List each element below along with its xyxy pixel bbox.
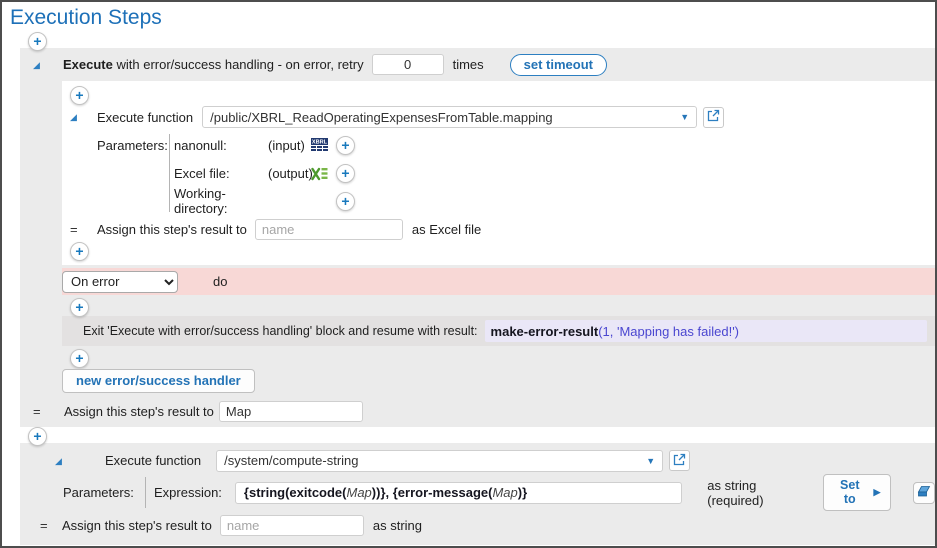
assign-result-row: = Assign this step's result to as Excel … <box>70 216 927 242</box>
parameters-label: Parameters: <box>97 131 163 215</box>
assign-result-row: = Assign this step's result to as string <box>20 512 935 539</box>
parameter-name: Excel file: <box>174 166 268 181</box>
plus-icon: + <box>75 350 83 366</box>
plus-icon: + <box>75 299 83 315</box>
parameters-section: Parameters: nanonull: (input) XBRL + Exc… <box>70 131 927 215</box>
parameter-row: Working-directory: + <box>174 187 355 215</box>
result-type-label: as Excel file <box>412 222 481 237</box>
add-substep-button[interactable]: + <box>70 242 89 261</box>
on-error-row: On error do <box>62 268 935 295</box>
error-handling-block-header: ◢ Execute with error/success handling - … <box>20 48 935 81</box>
plus-icon: + <box>341 137 349 153</box>
execute-function-label: Execute function <box>97 110 193 125</box>
parameter-row: nanonull: (input) XBRL + <box>174 131 355 159</box>
new-error-success-handler-button[interactable]: new error/success handler <box>62 369 255 393</box>
function-path-dropdown[interactable]: /system/compute-string ▼ <box>216 450 663 472</box>
plus-icon: + <box>33 428 41 444</box>
result-name-input[interactable] <box>220 515 364 536</box>
parameter-direction: (input) <box>268 138 311 153</box>
expression-input[interactable]: {string(exitcode(Map))}, {error-message(… <box>235 482 682 504</box>
collapse-triangle-icon[interactable]: ◢ <box>33 60 43 70</box>
equals-sign: = <box>33 404 43 419</box>
error-handling-block: ◢ Execute with error/success handling - … <box>20 48 935 427</box>
plus-icon: + <box>33 33 41 49</box>
arrow-right-icon: ▶ <box>873 487 880 498</box>
plus-icon: + <box>341 165 349 181</box>
expression-function-name: make-error-result <box>491 324 599 339</box>
chevron-down-icon: ▼ <box>646 456 655 466</box>
add-substep-button[interactable]: + <box>70 86 89 105</box>
on-error-select[interactable]: On error <box>62 271 178 293</box>
chevron-down-icon: ▼ <box>680 112 689 122</box>
exit-result-expression[interactable]: make-error-result(1, 'Mapping has failed… <box>485 320 927 342</box>
parameter-name: Working-directory: <box>174 186 268 216</box>
times-label: times <box>453 57 484 72</box>
expression-arguments: (1, 'Mapping has failed!') <box>598 324 739 339</box>
parameter-row: Excel file: (output) + <box>174 159 355 187</box>
page-title: Execution Steps <box>2 2 935 32</box>
execute-function-label: Execute function <box>105 453 201 468</box>
eraser-icon <box>917 485 931 501</box>
open-function-button[interactable] <box>703 107 724 128</box>
xbrl-table-icon: XBRL <box>311 138 336 153</box>
excel-file-icon <box>311 166 336 181</box>
add-parameter-value-button[interactable]: + <box>336 136 355 155</box>
add-step-button[interactable]: + <box>28 427 47 446</box>
execute-function-row: ◢ Execute function /public/XBRL_ReadOper… <box>70 104 927 130</box>
equals-sign: = <box>40 518 48 533</box>
compute-string-block: ◢ Execute function /system/compute-strin… <box>20 443 935 545</box>
set-to-button[interactable]: Set to ▶ <box>823 474 891 511</box>
exit-block-label: Exit 'Execute with error/success handlin… <box>83 324 478 338</box>
exit-block-row: Exit 'Execute with error/success handlin… <box>62 316 935 346</box>
svg-text:XBRL: XBRL <box>312 139 328 145</box>
parameter-name: nanonull: <box>174 138 268 153</box>
parameters-label: Parameters: <box>63 485 133 500</box>
add-parameter-value-button[interactable]: + <box>336 192 355 211</box>
retry-count-input[interactable] <box>372 54 444 75</box>
add-handler-step-button[interactable]: + <box>70 298 89 317</box>
execute-step-container: + ◢ Execute function /public/XBRL_ReadOp… <box>62 81 935 265</box>
equals-sign: = <box>70 222 80 237</box>
divider <box>145 477 146 508</box>
external-link-icon <box>673 453 686 469</box>
parameters-section: Parameters: Expression: {string(exitcode… <box>20 474 935 511</box>
error-handler-container: + Exit 'Execute with error/success handl… <box>62 295 935 396</box>
result-type-label: as string <box>373 518 422 533</box>
expression-label: Expression: <box>154 485 222 500</box>
assign-result-label: Assign this step's result to <box>97 222 247 237</box>
result-name-input[interactable] <box>219 401 363 422</box>
open-function-button[interactable] <box>669 450 690 471</box>
external-link-icon <box>707 109 720 125</box>
function-path-dropdown[interactable]: /public/XBRL_ReadOperatingExpensesFromTa… <box>202 106 697 128</box>
collapse-triangle-icon[interactable]: ◢ <box>55 456 65 466</box>
divider <box>169 134 170 212</box>
parameter-type-label: as string (required) <box>707 478 809 508</box>
plus-icon: + <box>341 193 349 209</box>
execute-function-row: ◢ Execute function /system/compute-strin… <box>20 447 935 474</box>
plus-icon: + <box>75 243 83 259</box>
result-name-input[interactable] <box>255 219 403 240</box>
parameters-table: nanonull: (input) XBRL + Excel file: (ou… <box>174 131 355 215</box>
parameter-direction: (output) <box>268 166 311 181</box>
assign-result-row: = Assign this step's result to <box>20 396 935 427</box>
set-timeout-button[interactable]: set timeout <box>510 54 607 76</box>
clear-value-button[interactable] <box>913 482 935 504</box>
plus-icon: + <box>75 87 83 103</box>
assign-result-label: Assign this step's result to <box>64 404 214 419</box>
assign-result-label: Assign this step's result to <box>62 518 212 533</box>
block-header-text: Execute with error/success handling - on… <box>63 57 364 72</box>
collapse-triangle-icon[interactable]: ◢ <box>70 112 80 122</box>
add-handler-step-button[interactable]: + <box>70 349 89 368</box>
do-label: do <box>213 274 227 289</box>
add-parameter-value-button[interactable]: + <box>336 164 355 183</box>
add-step-button[interactable]: + <box>28 32 47 51</box>
